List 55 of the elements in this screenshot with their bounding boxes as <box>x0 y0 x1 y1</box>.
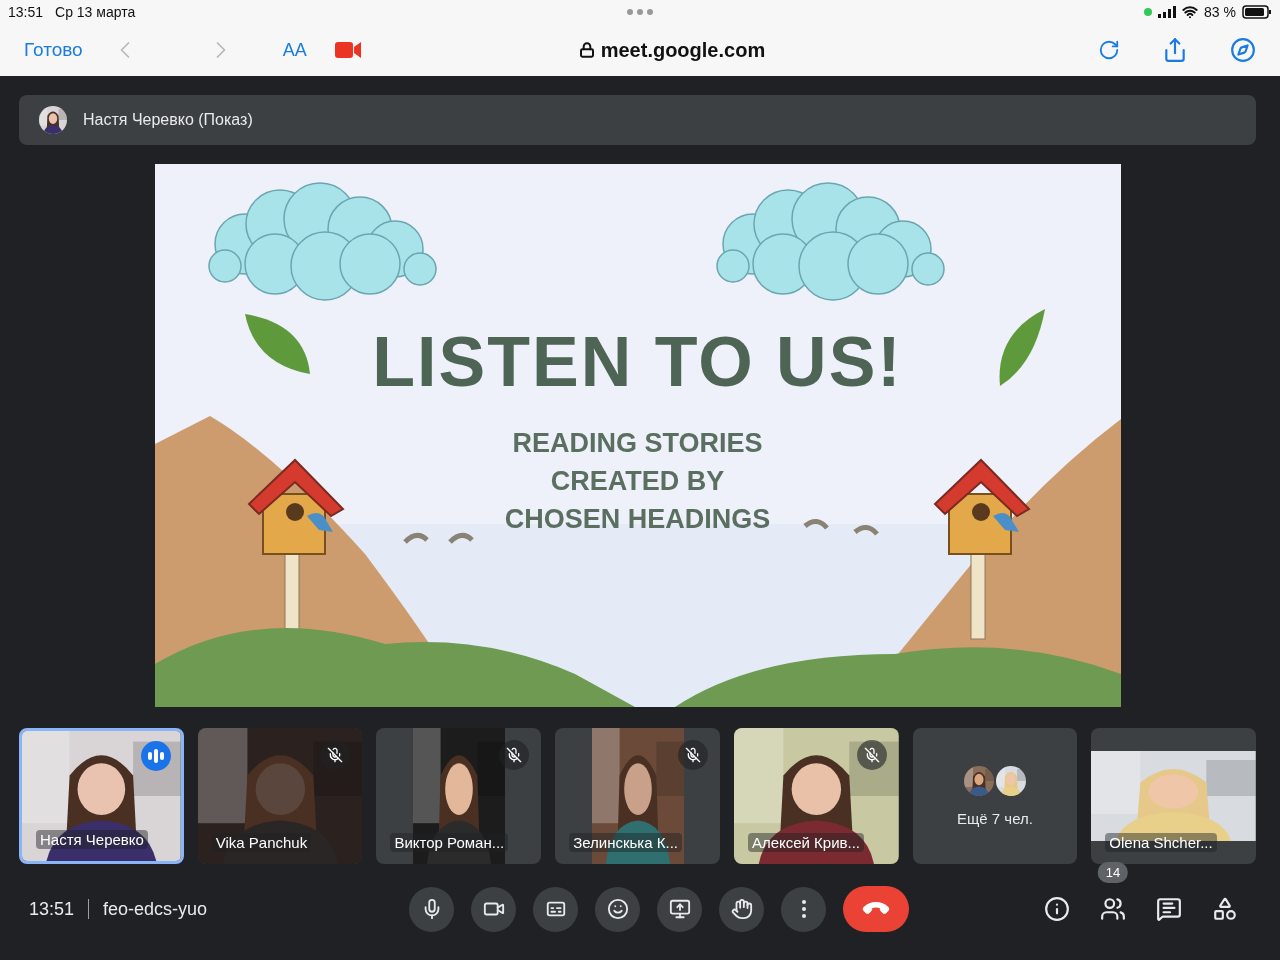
participant-name: Olena Shcher... <box>1105 833 1217 852</box>
participant-tile[interactable]: Vika Panchuk <box>197 728 363 864</box>
camera-icon[interactable] <box>334 41 361 59</box>
present-icon <box>668 898 691 920</box>
mic-off-icon <box>863 747 880 763</box>
info-button[interactable] <box>1044 896 1070 922</box>
slide-subtitle: CREATED BY <box>549 465 726 498</box>
reload-icon[interactable] <box>1098 39 1120 61</box>
wifi-icon <box>1182 4 1199 20</box>
participant-tile[interactable]: Зелинскька К... <box>555 728 720 864</box>
slide-title: LISTEN TO US! <box>372 322 903 402</box>
participant-count: 14 <box>1097 862 1129 883</box>
battery-icon <box>1242 5 1272 19</box>
address-bar[interactable]: meet.google.com <box>578 38 766 62</box>
emoji-button[interactable] <box>595 886 640 932</box>
slide-subtitle: CHOSEN HEADINGS <box>504 503 771 536</box>
signal-icon <box>1158 6 1177 18</box>
text-size-button[interactable]: AA <box>282 39 307 61</box>
hand-icon <box>730 898 753 920</box>
participant-tile[interactable]: Ещё 7 чел. <box>912 728 1078 864</box>
more-icon <box>801 900 806 918</box>
status-date: Ср 13 марта <box>55 4 136 20</box>
participant-tile[interactable]: Виктор Роман... <box>376 728 542 864</box>
mic-off-icon <box>327 747 344 763</box>
mic-off-icon <box>506 747 523 763</box>
participant-name: Vika Panchuk <box>211 833 312 852</box>
camera-button[interactable] <box>471 886 516 932</box>
multitasking-dots-icon[interactable] <box>626 9 653 15</box>
participant-tile[interactable]: Алексей Крив... <box>733 728 899 864</box>
participant-tile[interactable]: Настя Черевко <box>19 728 184 864</box>
present-button[interactable] <box>657 886 702 932</box>
participant-name: Виктор Роман... <box>390 833 509 852</box>
emoji-icon <box>606 898 629 920</box>
microphone-button[interactable] <box>409 886 454 932</box>
meeting-code: feo-edcs-yuo <box>103 898 208 920</box>
captions-button[interactable] <box>533 886 578 932</box>
more-participants: Ещё 7 чел. <box>956 809 1033 827</box>
raise-hand-button[interactable] <box>719 886 764 932</box>
participant-name: Алексей Крив... <box>747 833 865 852</box>
slide-subtitle: READING STORIES <box>511 427 764 460</box>
done-link[interactable]: Готово <box>24 39 83 61</box>
mic-off-icon <box>684 747 701 763</box>
end-call-button[interactable] <box>843 886 909 932</box>
more-options-button[interactable] <box>781 886 826 932</box>
participant-tile[interactable]: Olena Shcher... <box>1091 728 1257 864</box>
meeting-time: 13:51 <box>29 898 75 920</box>
battery-percent: 83 % <box>1204 4 1236 20</box>
activities-button[interactable] <box>1212 896 1238 922</box>
status-time: 13:51 <box>8 4 44 20</box>
presenter-name: Настя Черевко (Показ) <box>83 111 253 129</box>
share-icon[interactable] <box>1162 37 1188 63</box>
participant-name: Настя Черевко <box>36 830 148 849</box>
participant-name: Зелинскька К... <box>569 833 682 852</box>
chat-button[interactable] <box>1156 896 1182 922</box>
compass-icon[interactable] <box>1230 37 1256 63</box>
